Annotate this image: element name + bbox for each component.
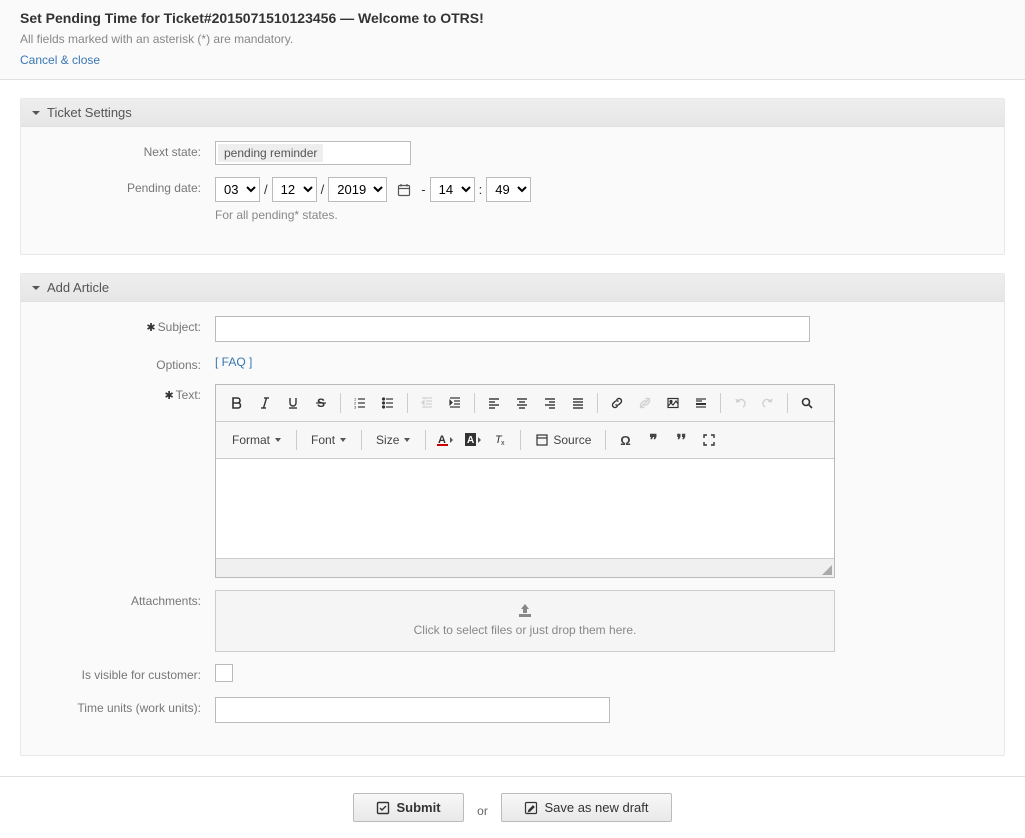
calendar-icon[interactable]: [391, 178, 417, 202]
quote-close-icon[interactable]: ❜❜: [668, 428, 694, 452]
link-icon[interactable]: [604, 391, 630, 415]
next-state-select[interactable]: pending reminder: [215, 141, 411, 165]
add-article-header[interactable]: Add Article: [21, 274, 1004, 302]
visible-customer-label: Is visible for customer:: [35, 664, 215, 682]
caret-down-icon: [31, 108, 41, 118]
ticket-settings-title: Ticket Settings: [47, 105, 132, 120]
pending-month-select[interactable]: 03: [215, 177, 260, 202]
time-colon: :: [479, 182, 483, 197]
find-icon[interactable]: [794, 391, 820, 415]
editor-textarea[interactable]: [216, 459, 834, 559]
add-article-title: Add Article: [47, 280, 109, 295]
upload-icon: [216, 603, 834, 619]
align-left-icon[interactable]: [481, 391, 507, 415]
time-units-input[interactable]: [215, 697, 610, 723]
caret-down-icon: [31, 283, 41, 293]
footer-actions: Submit or Save as new draft: [0, 776, 1025, 838]
add-article-section: Add Article ✱Subject: Options: [ FAQ ] ✱…: [20, 273, 1005, 756]
align-right-icon[interactable]: [537, 391, 563, 415]
options-label: Options:: [35, 354, 215, 372]
mandatory-note: All fields marked with an asterisk (*) a…: [20, 32, 1005, 46]
date-dash: -: [421, 182, 425, 197]
underline-icon[interactable]: [280, 391, 306, 415]
required-star-icon: ✱: [146, 322, 155, 334]
subject-input[interactable]: [215, 316, 810, 342]
or-text: or: [477, 804, 488, 818]
submit-button[interactable]: Submit: [353, 793, 463, 822]
next-state-label: Next state:: [35, 141, 215, 159]
image-icon[interactable]: [660, 391, 686, 415]
required-star-icon: ✱: [164, 390, 173, 402]
remove-format-icon[interactable]: Tx: [488, 428, 514, 452]
undo-icon[interactable]: [727, 391, 753, 415]
ticket-settings-section: Ticket Settings Next state: pending remi…: [20, 98, 1005, 255]
quote-open-icon[interactable]: ❞: [640, 428, 666, 452]
page-title: Set Pending Time for Ticket#201507151012…: [20, 10, 1005, 26]
redo-icon[interactable]: [755, 391, 781, 415]
edit-icon: [524, 801, 538, 815]
bg-color-icon[interactable]: A: [460, 428, 486, 452]
pending-day-select[interactable]: 12: [272, 177, 317, 202]
date-sep-2: /: [321, 182, 325, 197]
format-combo[interactable]: Format: [224, 431, 290, 449]
rich-text-editor: S 123: [215, 384, 835, 578]
align-justify-icon[interactable]: [565, 391, 591, 415]
pending-year-select[interactable]: 2019: [328, 177, 387, 202]
unordered-list-icon[interactable]: [375, 391, 401, 415]
next-state-chip: pending reminder: [218, 144, 323, 162]
text-color-icon[interactable]: A: [432, 428, 458, 452]
source-button[interactable]: Source: [527, 431, 599, 449]
unlink-icon[interactable]: [632, 391, 658, 415]
special-char-icon[interactable]: Ω: [612, 428, 638, 452]
text-label: Text:: [176, 388, 201, 402]
italic-icon[interactable]: [252, 391, 278, 415]
save-draft-button[interactable]: Save as new draft: [501, 793, 671, 822]
visible-customer-checkbox[interactable]: [215, 664, 233, 682]
attachments-label: Attachments:: [35, 590, 215, 608]
outdent-icon[interactable]: [414, 391, 440, 415]
align-center-icon[interactable]: [509, 391, 535, 415]
svg-text:A: A: [467, 435, 474, 446]
ordered-list-icon[interactable]: 123: [347, 391, 373, 415]
pending-hour-select[interactable]: 14: [430, 177, 475, 202]
faq-link[interactable]: [ FAQ ]: [215, 355, 252, 369]
pending-minute-select[interactable]: 49: [486, 177, 531, 202]
date-sep-1: /: [264, 182, 268, 197]
editor-resize-handle[interactable]: [216, 559, 834, 577]
strikethrough-icon[interactable]: S: [308, 391, 334, 415]
pending-help-text: For all pending* states.: [215, 208, 990, 222]
time-units-label: Time units (work units):: [35, 697, 215, 715]
check-icon: [376, 801, 390, 815]
indent-icon[interactable]: [442, 391, 468, 415]
attachment-help-text: Click to select files or just drop them …: [216, 623, 834, 637]
cancel-close-link[interactable]: Cancel & close: [20, 53, 100, 67]
maximize-icon[interactable]: [696, 428, 722, 452]
svg-text:x: x: [501, 440, 505, 447]
attachment-dropzone[interactable]: Click to select files or just drop them …: [215, 590, 835, 652]
size-combo[interactable]: Size: [368, 431, 419, 449]
svg-text:3: 3: [354, 405, 357, 410]
pending-date-label: Pending date:: [35, 177, 215, 195]
horizontal-rule-icon[interactable]: [688, 391, 714, 415]
subject-label: Subject:: [158, 320, 201, 334]
font-combo[interactable]: Font: [303, 431, 355, 449]
ticket-settings-header[interactable]: Ticket Settings: [21, 99, 1004, 127]
bold-icon[interactable]: [224, 391, 250, 415]
